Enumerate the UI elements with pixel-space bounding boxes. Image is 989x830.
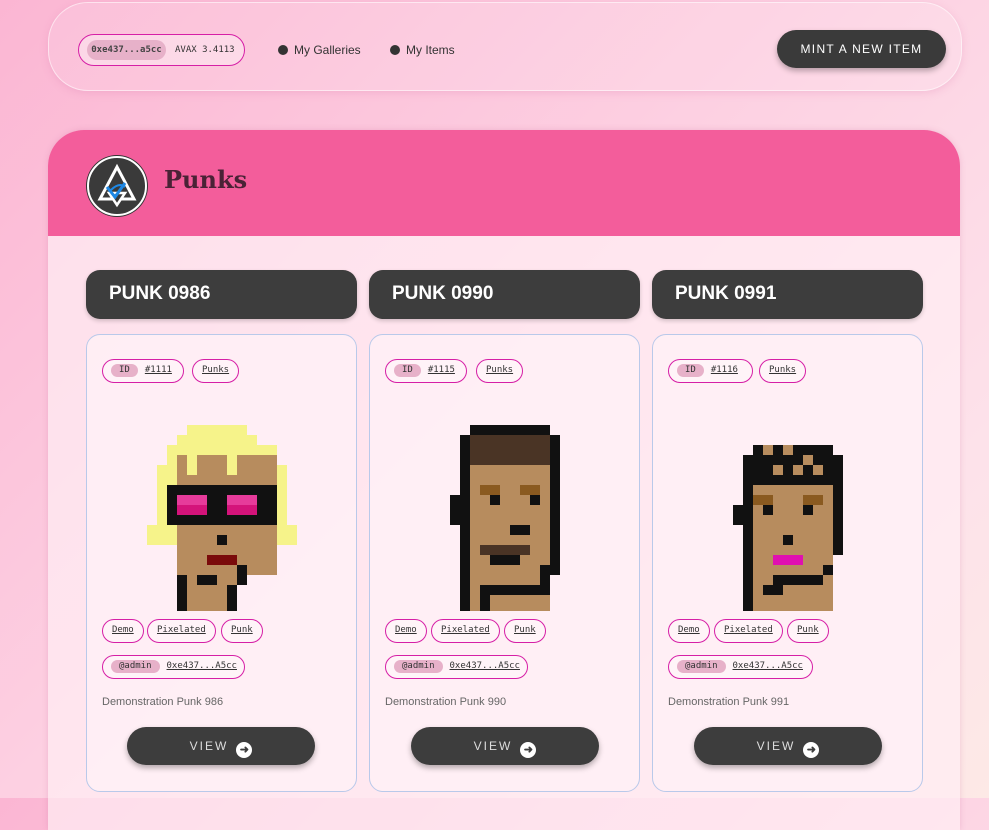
punk-image: [733, 445, 843, 611]
owner-pill[interactable]: @admin 0xe437...A5cc: [668, 655, 813, 679]
view-button-label: VIEW: [756, 739, 796, 753]
tag-pill[interactable]: Pixelated: [714, 619, 783, 643]
owner-address: 0xe437...A5cc: [166, 661, 237, 671]
owner-label: @admin: [394, 660, 443, 673]
tag-pill[interactable]: Punk: [221, 619, 263, 643]
owner-address: 0xe437...A5cc: [732, 661, 803, 671]
id-value: #1111: [144, 365, 172, 375]
id-label: ID: [677, 364, 704, 377]
view-button-label: VIEW: [189, 739, 229, 753]
owner-label: @admin: [677, 660, 726, 673]
tag-pill[interactable]: Demo: [668, 619, 710, 643]
tag-pill[interactable]: Demo: [102, 619, 144, 643]
item-description: Demonstration Punk 986: [102, 696, 224, 708]
avalanche-logo-icon: [97, 163, 137, 208]
tag-pill[interactable]: Punk: [787, 619, 829, 643]
mint-new-item-button[interactable]: MINT A NEW ITEM: [777, 30, 946, 68]
punk-image: [450, 425, 560, 611]
view-button[interactable]: VIEW ➜: [411, 727, 599, 765]
item-card: ID #1116 Punks Demo Pixelated Punk @admi…: [652, 334, 923, 792]
punk-image: [147, 425, 297, 611]
id-label: ID: [394, 364, 421, 377]
item-card: ID #1115 Punks Demo Pixelated Punk @admin…: [369, 334, 640, 792]
wallet-address: 0xe437...a5cc: [87, 40, 166, 60]
item-title-bar: PUNK 0986: [86, 270, 357, 319]
arrow-right-icon: ➜: [236, 742, 253, 758]
id-value: #1115: [427, 365, 455, 375]
gallery-title: Punks: [164, 165, 248, 194]
gallery-header: Punks: [48, 130, 960, 236]
owner-label: @admin: [111, 660, 160, 673]
item-id-pill[interactable]: ID #1115: [385, 359, 467, 383]
item-id-pill[interactable]: ID #1111: [102, 359, 184, 383]
tag-pill[interactable]: Demo: [385, 619, 427, 643]
nav-my-items[interactable]: My Items: [390, 42, 455, 58]
nav-my-items-label: My Items: [406, 43, 455, 57]
id-label: ID: [111, 364, 138, 377]
item-description: Demonstration Punk 991: [668, 696, 790, 708]
item-title-bar: PUNK 0990: [369, 270, 640, 319]
item-description: Demonstration Punk 990: [385, 696, 507, 708]
tag-pill[interactable]: Punk: [504, 619, 546, 643]
arrow-right-icon: ➜: [803, 742, 820, 758]
nav-my-galleries-label: My Galleries: [294, 43, 361, 57]
view-button[interactable]: VIEW ➜: [127, 727, 315, 765]
owner-pill[interactable]: @admin 0xe437...A5cc: [102, 655, 245, 679]
wallet-badge[interactable]: 0xe437...a5cc AVAX 3.4113: [78, 34, 245, 66]
item-title-bar: PUNK 0991: [652, 270, 923, 319]
view-button-label: VIEW: [473, 739, 513, 753]
wallet-balance: AVAX 3.4113: [175, 45, 235, 55]
owner-pill[interactable]: @admin 0xe437...A5cc: [385, 655, 528, 679]
arrow-right-icon: ➜: [520, 742, 537, 758]
view-button[interactable]: VIEW ➜: [694, 727, 882, 765]
collection-pill[interactable]: Punks: [192, 359, 240, 383]
tag-pill[interactable]: Pixelated: [147, 619, 216, 643]
owner-address: 0xe437...A5cc: [449, 661, 520, 671]
item-title: PUNK 0986: [109, 283, 211, 304]
top-navigation-bar: 0xe437...a5cc AVAX 3.4113 My Galleries M…: [48, 2, 962, 91]
tag-pill[interactable]: Pixelated: [431, 619, 500, 643]
id-value: #1116: [710, 365, 738, 375]
bullet-icon: [390, 45, 400, 55]
item-card: ID #1111 Punks Demo Pixelated Punk @admi…: [86, 334, 357, 792]
bullet-icon: [278, 45, 288, 55]
nav-my-galleries[interactable]: My Galleries: [278, 42, 361, 58]
item-title: PUNK 0991: [675, 283, 777, 304]
gallery-logo: [87, 156, 147, 216]
item-id-pill[interactable]: ID #1116: [668, 359, 753, 383]
collection-pill[interactable]: Punks: [759, 359, 807, 383]
item-title: PUNK 0990: [392, 283, 494, 304]
collection-pill[interactable]: Punks: [476, 359, 524, 383]
